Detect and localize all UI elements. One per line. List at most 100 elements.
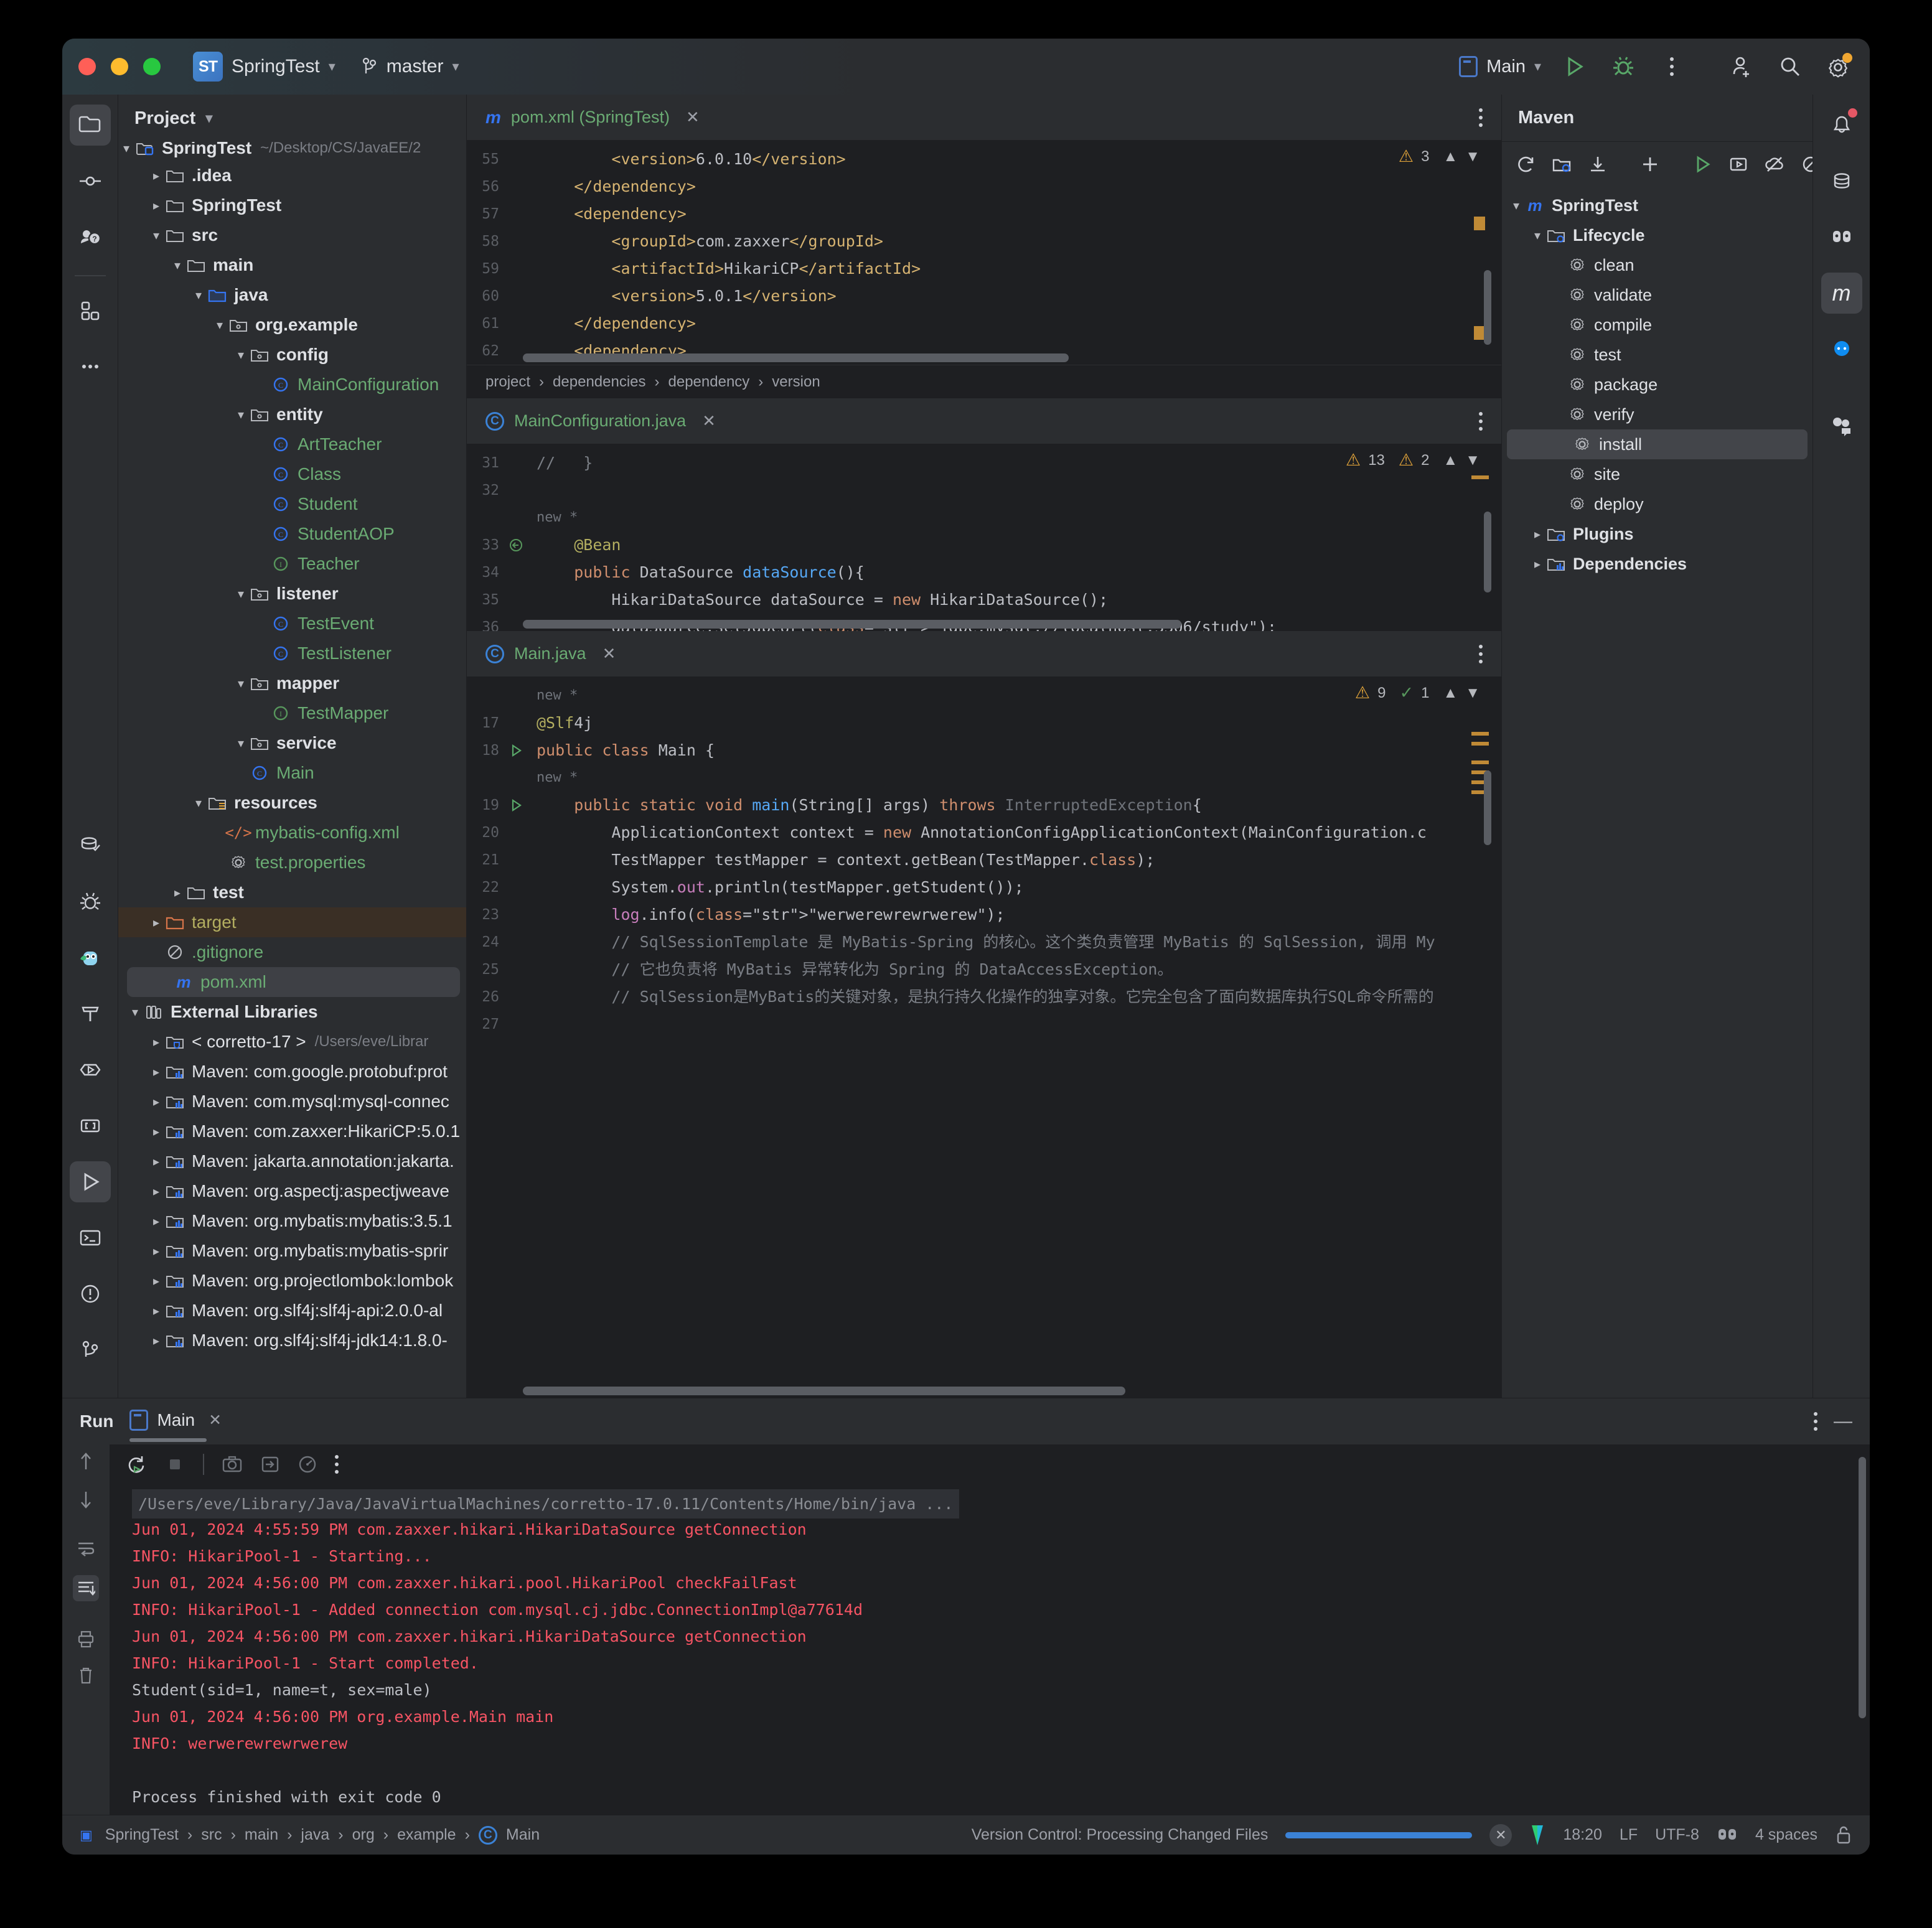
next-problem-icon[interactable]: ▼ xyxy=(1465,148,1480,166)
pom-inspection-widget[interactable]: ⚠ 3 ▲ ▼ xyxy=(1399,147,1480,166)
console-vertical-scrollbar[interactable] xyxy=(1859,1457,1866,1718)
terminal-icon[interactable] xyxy=(70,1217,111,1258)
code-line[interactable]: 32 xyxy=(467,477,1501,504)
read-only-icon[interactable] xyxy=(1835,1825,1852,1845)
tree-item-main[interactable]: CMain xyxy=(118,758,466,788)
more-actions-icon[interactable] xyxy=(1479,412,1483,431)
chevron-right-icon[interactable]: ▸ xyxy=(148,1154,164,1169)
project-panel-header[interactable]: Project ▾ xyxy=(118,95,466,142)
rerun-icon[interactable] xyxy=(126,1454,147,1475)
tree-item-maven-com-zaxxer-hikaricp-5-0-1[interactable]: ▸Maven: com.zaxxer:HikariCP:5.0.1 xyxy=(118,1116,466,1146)
tree-item-java[interactable]: ▾java xyxy=(118,280,466,310)
maven-item-springtest[interactable]: ▾mSpringTest xyxy=(1502,190,1812,220)
tree-item-service[interactable]: ▾service xyxy=(118,728,466,758)
next-problem-icon[interactable]: ▼ xyxy=(1465,452,1480,469)
editor-tab-pom[interactable]: m pom.xml (SpringTest) ✕ xyxy=(467,95,1501,141)
add-icon[interactable] xyxy=(1640,154,1660,174)
maven-item-dependencies[interactable]: ▸Dependencies xyxy=(1502,549,1812,579)
notifications-icon[interactable] xyxy=(1821,105,1862,146)
config-horizontal-scrollbar[interactable] xyxy=(523,620,1464,629)
close-icon[interactable]: ✕ xyxy=(209,1411,222,1430)
chevron-down-icon[interactable]: ▾ xyxy=(127,1004,143,1020)
chevron-down-icon[interactable]: ▾ xyxy=(233,676,249,691)
pom-horizontal-scrollbar[interactable] xyxy=(523,353,1464,362)
tree-item-maven-org-aspectj-aspectjweave[interactable]: ▸Maven: org.aspectj:aspectjweave xyxy=(118,1176,466,1206)
tree-item-maven-jakarta-annotation-jakarta[interactable]: ▸Maven: jakarta.annotation:jakarta. xyxy=(118,1146,466,1176)
breadcrumb-item[interactable]: project xyxy=(485,373,530,391)
tree-item-mybatis-config-xml[interactable]: </>mybatis-config.xml xyxy=(118,818,466,848)
tree-item-maven-org-slf4j-slf4j-api-2-0-0-al[interactable]: ▸Maven: org.slf4j:slf4j-api:2.0.0-al xyxy=(118,1296,466,1326)
maven-item-lifecycle[interactable]: ▾Lifecycle xyxy=(1502,220,1812,250)
chevron-down-icon[interactable]: ▾ xyxy=(1529,228,1545,243)
up-icon[interactable] xyxy=(77,1451,95,1472)
code-line[interactable]: 24 // SqlSessionTemplate 是 MyBatis-Sprin… xyxy=(467,929,1501,956)
code-line[interactable]: 25 // 它也负责将 MyBatis 异常转化为 Spring 的 DataA… xyxy=(467,956,1501,983)
branch-selector[interactable]: master ▾ xyxy=(355,52,466,81)
chevron-down-icon[interactable]: ▾ xyxy=(233,736,249,751)
close-window-button[interactable] xyxy=(78,58,96,75)
tree-item-springtest[interactable]: ▸SpringTest xyxy=(118,190,466,220)
mainconfiguration-code[interactable]: 31// }32new *33 @Bean34 public DataSourc… xyxy=(467,444,1501,631)
code-line[interactable]: 60 <version>5.0.1</version> xyxy=(467,283,1501,310)
chevron-right-icon[interactable]: ▸ xyxy=(148,1094,164,1110)
main-inspection-widget[interactable]: ⚠ 9 ✓ 1 ▲ ▼ xyxy=(1355,683,1480,703)
chevron-right-icon[interactable]: ▸ xyxy=(148,915,164,930)
tree-item-config[interactable]: ▾config xyxy=(118,340,466,370)
chevron-right-icon[interactable]: ▸ xyxy=(148,1214,164,1229)
chevron-down-icon[interactable]: ▾ xyxy=(190,795,207,811)
tree-item-maven-com-google-protobuf-prot[interactable]: ▸Maven: com.google.protobuf:prot xyxy=(118,1057,466,1087)
pull-requests-icon[interactable]: ? xyxy=(70,217,111,258)
project-tree[interactable]: ▾ SpringTest ~/Desktop/CS/JavaEE/2 ▸.ide… xyxy=(118,142,466,1398)
maven-item-validate[interactable]: validate xyxy=(1502,280,1812,310)
maven-item-install[interactable]: install xyxy=(1507,429,1808,459)
chevron-right-icon[interactable]: ▸ xyxy=(148,168,164,184)
tree-item-org-example[interactable]: ▾org.example xyxy=(118,310,466,340)
chevron-right-icon[interactable]: ▸ xyxy=(148,1333,164,1349)
code-line[interactable]: 35 HikariDataSource dataSource = new Hik… xyxy=(467,586,1501,614)
config-vertical-scrollbar[interactable] xyxy=(1484,512,1491,592)
maven-item-plugins[interactable]: ▸Plugins xyxy=(1502,519,1812,549)
config-inspection-widget[interactable]: ⚠ 13 ⚠ 2 ▲ ▼ xyxy=(1346,451,1480,470)
tree-item-testmapper[interactable]: ITestMapper xyxy=(118,698,466,728)
tree-item-maven-org-projectlombok-lombok[interactable]: ▸Maven: org.projectlombok:lombok xyxy=(118,1266,466,1296)
tree-item-external-libraries[interactable]: ▾External Libraries xyxy=(118,997,466,1027)
code-line[interactable]: 21 TestMapper testMapper = context.getBe… xyxy=(467,846,1501,874)
main-vertical-scrollbar[interactable] xyxy=(1484,770,1491,845)
minimize-window-button[interactable] xyxy=(111,58,128,75)
chevron-down-icon[interactable]: ▾ xyxy=(212,317,228,333)
code-line[interactable]: 19 public static void main(String[] args… xyxy=(467,792,1501,819)
maven-item-package[interactable]: package xyxy=(1502,370,1812,400)
tree-item-target[interactable]: ▸target xyxy=(118,907,466,937)
build-icon[interactable] xyxy=(70,993,111,1034)
problems-icon[interactable] xyxy=(70,1273,111,1314)
scroll-to-end-icon[interactable] xyxy=(73,1575,99,1601)
tree-item-main[interactable]: ▾main xyxy=(118,250,466,280)
code-line[interactable]: 18public class Main { xyxy=(467,737,1501,764)
editor-tab-mainconfiguration[interactable]: C MainConfiguration.java ✕ xyxy=(467,398,1501,444)
run-icon[interactable] xyxy=(70,1161,111,1202)
close-icon[interactable]: ✕ xyxy=(603,644,616,663)
tree-item-artteacher[interactable]: CArtTeacher xyxy=(118,429,466,459)
reload-icon[interactable] xyxy=(1516,154,1536,174)
tree-item-studentaop[interactable]: CStudentAOP xyxy=(118,519,466,549)
cancel-progress-icon[interactable]: ✕ xyxy=(1489,1824,1512,1846)
code-line[interactable]: 17@Slf4j xyxy=(467,709,1501,737)
breadcrumb-item[interactable]: dependency xyxy=(668,373,750,391)
maven-item-compile[interactable]: compile xyxy=(1502,310,1812,340)
code-line[interactable]: 23 log.info(class="str">"werwerewrewrwer… xyxy=(467,901,1501,929)
tree-item-gitignore[interactable]: .gitignore xyxy=(118,937,466,967)
pom-breadcrumb[interactable]: project› dependencies› dependency› versi… xyxy=(467,365,1501,398)
code-line[interactable]: 56 </dependency> xyxy=(467,173,1501,200)
tree-item-listener[interactable]: ▾listener xyxy=(118,579,466,609)
tree-item-entity[interactable]: ▾entity xyxy=(118,400,466,429)
code-line[interactable]: 57 <dependency> xyxy=(467,200,1501,228)
more-actions-icon[interactable] xyxy=(335,1455,339,1474)
maven-icon[interactable]: m xyxy=(1821,273,1862,314)
tree-item-test-properties[interactable]: test.properties xyxy=(118,848,466,877)
code-line[interactable]: 20 ApplicationContext context = new Anno… xyxy=(467,819,1501,846)
gutter-marker[interactable] xyxy=(508,537,533,553)
status-breadcrumb-item[interactable]: java xyxy=(301,1826,329,1844)
breadcrumb-item[interactable]: version xyxy=(772,373,820,391)
collaborate-icon[interactable] xyxy=(1821,406,1862,447)
next-problem-icon[interactable]: ▼ xyxy=(1465,685,1480,702)
